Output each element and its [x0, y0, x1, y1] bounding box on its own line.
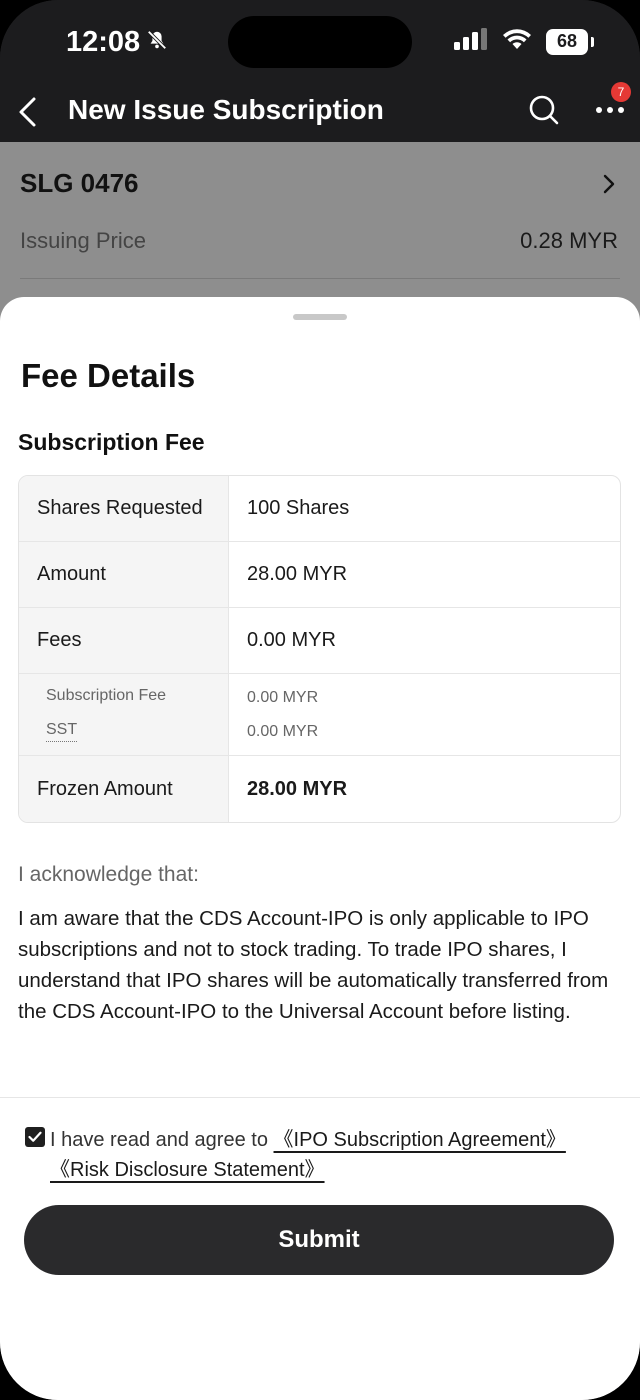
- nav-bar: New Issue Subscription: [0, 84, 640, 142]
- stock-code: SLG 0476: [20, 168, 139, 198]
- phone-screen: 12:08 68 New Issue Subscription 7 SLG 04…: [0, 0, 640, 1400]
- more-icon: [596, 107, 624, 113]
- battery-icon: 68: [546, 28, 594, 55]
- agree-checkbox[interactable]: [25, 1127, 45, 1147]
- subscription-fee-value: 0.00 MYR: [247, 688, 319, 706]
- frozen-amount-label: Frozen Amount: [19, 756, 229, 822]
- divider: [0, 1097, 640, 1098]
- sub-fee-labels: Subscription Fee SST: [19, 674, 229, 755]
- table-row: Fees 0.00 MYR: [19, 608, 620, 674]
- notification-badge: 7: [611, 82, 631, 102]
- agree-line: 《Risk Disclosure Statement》: [50, 1155, 325, 1185]
- agree-line: I have read and agree to 《IPO Subscripti…: [50, 1125, 566, 1155]
- agree-text: I have read and agree to: [50, 1129, 268, 1151]
- risk-disclosure-link[interactable]: 《Risk Disclosure Statement》: [50, 1159, 325, 1181]
- table-row: Shares Requested 100 Shares: [19, 476, 620, 542]
- row-value: 0.00 MYR: [247, 629, 336, 651]
- back-button[interactable]: [8, 92, 48, 132]
- status-time: 12:08: [66, 26, 168, 59]
- search-button[interactable]: [524, 90, 564, 130]
- sst-label[interactable]: SST: [46, 721, 78, 742]
- issuing-price-value: 0.28 MYR: [520, 228, 618, 253]
- signal-icon: [454, 28, 488, 55]
- issuing-price-label: Issuing Price: [20, 228, 146, 253]
- submit-button[interactable]: Submit: [24, 1205, 614, 1275]
- divider: [20, 278, 620, 279]
- acknowledge-text: I am aware that the CDS Account-IPO is o…: [18, 907, 609, 1023]
- battery-level: 68: [556, 31, 578, 51]
- row-label: Fees: [19, 608, 229, 673]
- wifi-icon: [502, 28, 532, 55]
- stock-row[interactable]: SLG 0476: [20, 168, 620, 208]
- frozen-amount-row: Frozen Amount 28.00 MYR: [19, 756, 620, 822]
- sst-value: 0.00 MYR: [247, 722, 319, 740]
- ipo-agreement-link[interactable]: 《IPO Subscription Agreement》: [274, 1129, 566, 1151]
- bell-slash-icon: [146, 26, 168, 59]
- fee-details-sheet: Fee Details Subscription Fee Shares Requ…: [0, 297, 640, 1400]
- time-text: 12:08: [66, 26, 141, 58]
- row-label: Shares Requested: [19, 476, 229, 541]
- subscription-fee-label: Subscription Fee: [46, 687, 167, 704]
- row-value: 28.00 MYR: [247, 563, 348, 585]
- status-indicators: 68: [454, 28, 594, 55]
- chevron-right-icon: [602, 174, 616, 199]
- page-title: New Issue Subscription: [68, 94, 384, 125]
- checkmark-icon: [28, 1131, 42, 1142]
- fee-table: Shares Requested 100 Shares Amount 28.00…: [18, 475, 621, 823]
- dynamic-island: [228, 16, 412, 68]
- frozen-amount-value: 28.00 MYR: [247, 777, 348, 800]
- sheet-handle[interactable]: [293, 314, 347, 320]
- sub-fee-values: 0.00 MYR 0.00 MYR: [229, 674, 620, 755]
- back-arrow-icon: [19, 97, 36, 127]
- search-icon: [529, 95, 559, 125]
- table-row: Amount 28.00 MYR: [19, 542, 620, 608]
- row-label: Amount: [19, 542, 229, 607]
- sheet-title: Fee Details: [21, 357, 196, 394]
- section-title: Subscription Fee: [18, 429, 205, 455]
- sub-fee-row: Subscription Fee SST 0.00 MYR 0.00 MYR: [19, 674, 620, 756]
- acknowledge-label: I acknowledge that:: [18, 863, 199, 886]
- row-value: 100 Shares: [247, 497, 350, 519]
- status-bar: 12:08 68: [0, 0, 640, 84]
